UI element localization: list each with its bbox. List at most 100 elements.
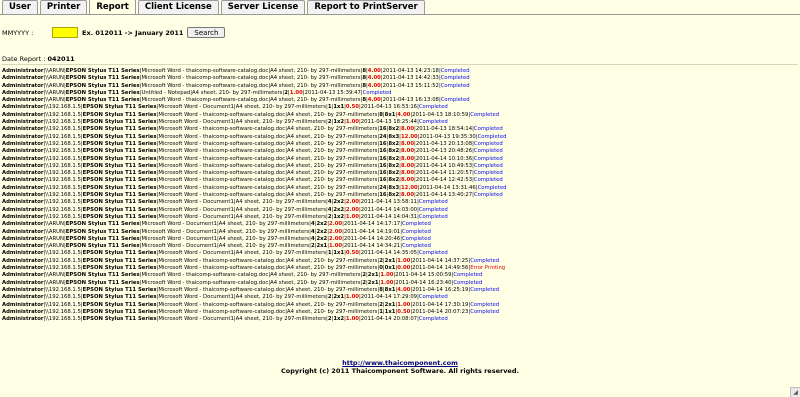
record-status: Completed xyxy=(401,228,431,235)
record-datetime: 2011-04-14 20:07:23 xyxy=(412,308,469,315)
record-datetime: 2011-04-14 16:25:19 xyxy=(412,286,469,293)
record-host: \\192.168.1.5 xyxy=(45,148,81,155)
tab-report-to-printserver[interactable]: Report to PrintServer xyxy=(307,0,425,14)
record-document: Microsoft Word - thaicomp-software-catal… xyxy=(158,265,286,272)
record-paper: A4 sheet, 210- by 297-millimeters xyxy=(218,243,310,250)
record-host: \\192.168.1.5 xyxy=(45,206,81,213)
record-document: Microsoft Word - thaicomp-software-catal… xyxy=(158,155,286,162)
resize-grip-icon[interactable]: ◢ xyxy=(790,387,800,397)
record-host: \\192.168.1.5 xyxy=(45,192,81,199)
record-datetime: 2011-04-14 13:58:11 xyxy=(360,199,418,206)
record-pages: 2 xyxy=(327,316,332,323)
record-copies: 8x2 xyxy=(388,177,400,184)
record-cost: 12.00 xyxy=(400,133,418,140)
record-paper: A4 sheet, 210- by 297-millimeters xyxy=(286,126,378,133)
tab-client-license[interactable]: Client License xyxy=(137,0,219,14)
record-pages: 4 xyxy=(310,221,315,228)
record-datetime: 2011-04-14 13:40:27 xyxy=(415,192,473,199)
record-host: \\ARUN xyxy=(45,221,64,228)
record-cost: 8.00 xyxy=(400,126,415,133)
record-paper: A4 sheet, 210- by 297-millimeters xyxy=(218,235,310,242)
divider xyxy=(2,64,798,65)
record-document: Microsoft Word - thaicomp-software-catal… xyxy=(141,75,269,82)
record-paper: A4 sheet, 210- by 297-millimeters xyxy=(192,89,283,96)
record-user: Administrator xyxy=(2,272,44,279)
record-user: Administrator xyxy=(2,192,44,199)
record-pages: 8 xyxy=(362,97,366,104)
tab-user[interactable]: User xyxy=(2,0,38,14)
record-printer: EPSON Stylus T11 Series xyxy=(82,177,157,184)
record-host: \\192.168.1.5 xyxy=(45,104,81,111)
tab-printer[interactable]: Printer xyxy=(39,0,88,14)
record-printer: EPSON Stylus T11 Series xyxy=(82,184,157,191)
company-link[interactable]: http://www.thaicomponent.com xyxy=(342,359,458,367)
record-copies: 8x3 xyxy=(388,184,400,191)
record-printer: EPSON Stylus T11 Series xyxy=(82,148,157,155)
record-user: Administrator xyxy=(2,301,44,308)
report-row: Administrator|\\192.168.1.5|EPSON Stylus… xyxy=(2,213,448,220)
record-status: Completed xyxy=(418,199,448,206)
record-document: Microsoft Word - Document1 xyxy=(158,294,234,301)
record-document: Microsoft Word - Document1 xyxy=(158,250,234,257)
record-cost: 4.00 xyxy=(397,286,411,293)
report-row: Administrator|\\ARUN|EPSON Stylus T11 Se… xyxy=(2,279,483,286)
record-printer: EPSON Stylus T11 Series xyxy=(65,243,140,250)
record-copies: 8x2 xyxy=(388,140,400,147)
record-paper: A4 sheet, 210- by 297-millimeters xyxy=(286,265,378,272)
record-copies: 2x1 xyxy=(316,243,328,250)
record-copies: 1x1 xyxy=(333,250,345,257)
record-datetime: 2011-04-13 16:13:08 xyxy=(382,97,439,104)
record-user: Administrator xyxy=(2,104,44,111)
record-user: Administrator xyxy=(2,184,44,191)
record-datetime: 2011-04-14 13:31:46 xyxy=(419,184,476,191)
record-user: Administrator xyxy=(2,82,44,89)
record-pages: 16 xyxy=(379,177,387,184)
tab-report[interactable]: Report xyxy=(89,0,136,14)
record-status: Completed xyxy=(453,272,483,279)
record-user: Administrator xyxy=(2,148,44,155)
record-cost: 0.50 xyxy=(345,250,359,257)
record-pages: 1 xyxy=(327,250,332,257)
record-user: Administrator xyxy=(2,126,44,133)
record-cost: 0.50 xyxy=(345,104,359,111)
record-cost: 8.00 xyxy=(400,155,415,162)
record-paper: A4 sheet, 210- by 297-millimeters xyxy=(286,133,378,140)
record-pages: 0 xyxy=(379,265,383,272)
record-user: Administrator xyxy=(2,111,44,118)
report-row: Administrator|\\ARUN|EPSON Stylus T11 Se… xyxy=(2,97,470,104)
report-row: Administrator|\\192.168.1.5|EPSON Stylus… xyxy=(2,286,500,293)
record-user: Administrator xyxy=(2,279,44,286)
mmyyyy-input[interactable] xyxy=(52,27,78,38)
record-status: Completed xyxy=(473,126,503,133)
record-copies: 8x1 xyxy=(384,286,396,293)
record-datetime: 2011-04-13 16:53:16 xyxy=(360,104,418,111)
record-host: \\ARUN xyxy=(45,279,64,286)
report-row: Administrator|\\ARUN|EPSON Stylus T11 Se… xyxy=(2,82,470,89)
record-status: Completed xyxy=(440,68,470,74)
record-document: Microsoft Word - thaicomp-software-catal… xyxy=(158,257,286,264)
search-button[interactable]: Search xyxy=(187,27,226,38)
record-user: Administrator xyxy=(2,235,44,242)
record-datetime: 2011-04-14 10:10:36 xyxy=(415,155,473,162)
record-cost: 1.00 xyxy=(397,301,411,308)
report-row: Administrator|\\ARUN|EPSON Stylus T11 Se… xyxy=(2,68,470,74)
record-paper: A4 sheet, 210- by 297-millimeters xyxy=(286,257,378,264)
report-row: Administrator|\\192.168.1.5|EPSON Stylus… xyxy=(2,162,503,169)
record-pages: 24 xyxy=(379,184,387,191)
record-datetime: 2011-04-14 12:42:53 xyxy=(415,177,473,184)
record-user: Administrator xyxy=(2,89,44,96)
footer: http://www.thaicomponent.com Copyright (… xyxy=(0,359,800,375)
record-document: Microsoft Word - thaicomp-software-catal… xyxy=(158,286,286,293)
tab-server-license[interactable]: Server License xyxy=(220,0,306,14)
record-status: Completed xyxy=(418,250,448,257)
record-cost: 2.00 xyxy=(329,221,343,228)
record-printer: EPSON Stylus T11 Series xyxy=(82,301,157,308)
record-cost: 1.00 xyxy=(329,243,343,250)
record-paper: A4 sheet, 210- by 297-millimeters xyxy=(218,228,310,235)
record-cost: 4.00 xyxy=(367,75,381,82)
record-host: \\ARUN xyxy=(45,89,64,96)
record-cost: 8.00 xyxy=(400,148,415,155)
record-user: Administrator xyxy=(2,133,44,140)
record-status: Completed xyxy=(477,133,507,140)
record-document: Microsoft Word - thaicomp-software-catal… xyxy=(158,148,286,155)
